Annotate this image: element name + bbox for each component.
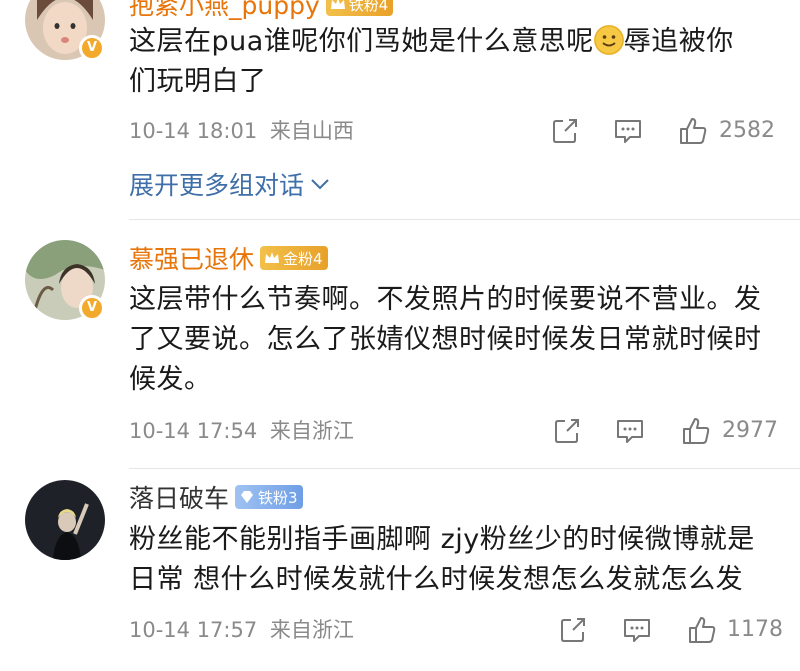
timestamp: 10-14 17:54 <box>129 419 258 443</box>
like-count: 2977 <box>722 418 778 443</box>
timestamp-location: 10-14 17:54 来自浙江 <box>129 416 354 446</box>
fan-badge: 铁粉3 <box>235 485 303 509</box>
crown-icon <box>265 252 280 263</box>
expand-more-conversations[interactable]: 展开更多组对话 <box>129 166 332 202</box>
chevron-down-icon <box>311 179 329 190</box>
comment-1: V 抱紧小燕_puppy 铁粉4 这层在pua谁呢你们骂她是什么意思呢 辱追被你 … <box>0 0 800 230</box>
like-count: 1178 <box>727 617 783 642</box>
verified-badge-icon: V <box>79 295 105 321</box>
divider <box>129 468 800 469</box>
share-icon[interactable] <box>552 416 582 446</box>
comment-icon[interactable] <box>622 615 652 645</box>
comment-text: 这层带什么节奏啊。不发照片的时候要说不营业。发了又要说。怎么了张婧仪想时候时候发… <box>129 284 762 395</box>
divider <box>129 219 800 220</box>
fan-badge: 金粉4 <box>260 246 328 270</box>
comment-text-part1: 这层在pua谁呢你们骂她是什么意思呢 <box>129 26 594 57</box>
meta-row: 10-14 18:01 来自山西 2582 <box>129 116 776 146</box>
crown-icon <box>330 0 345 9</box>
meta-row: 10-14 17:57 来自浙江 1178 <box>129 615 783 645</box>
comment-icon[interactable] <box>613 116 643 146</box>
like-icon[interactable] <box>681 416 711 446</box>
username-row: 抱紧小燕_puppy 铁粉4 <box>129 0 394 22</box>
location: 来自浙江 <box>269 419 354 443</box>
username[interactable]: 慕强已退休 <box>129 240 254 276</box>
like-icon[interactable] <box>687 615 717 645</box>
username[interactable]: 抱紧小燕_puppy <box>129 0 320 22</box>
comment-text: 这层在pua谁呢你们骂她是什么意思呢 辱追被你 们玩明白了 <box>129 22 779 102</box>
expand-label: 展开更多组对话 <box>129 171 305 200</box>
share-icon[interactable] <box>550 116 580 146</box>
username-row: 慕强已退休 金粉4 <box>129 240 328 276</box>
timestamp: 10-14 18:01 <box>129 119 258 143</box>
location: 来自山西 <box>269 119 354 143</box>
comment-3: 落日破车 铁粉3 粉丝能不能别指手画脚啊 zjy粉丝少的时候微博就是日常 想什么… <box>0 478 800 671</box>
username[interactable]: 落日破车 <box>129 479 229 515</box>
avatar[interactable] <box>25 480 105 560</box>
fan-badge-label: 铁粉3 <box>258 488 298 507</box>
timestamp-location: 10-14 17:57 来自浙江 <box>129 615 354 645</box>
like-icon[interactable] <box>678 116 708 146</box>
username-row: 落日破车 铁粉3 <box>129 479 303 515</box>
comment-text: 粉丝能不能别指手画脚啊 zjy粉丝少的时候微博就是日常 想什么时候发就什么时候发… <box>129 524 755 595</box>
like-count: 2582 <box>719 118 775 143</box>
fan-badge-label: 金粉4 <box>283 249 323 268</box>
timestamp-location: 10-14 18:01 来自山西 <box>129 116 354 146</box>
verified-badge-icon: V <box>79 35 105 61</box>
comment-icon[interactable] <box>615 416 645 446</box>
diamond-icon <box>241 491 254 503</box>
share-icon[interactable] <box>558 615 588 645</box>
meta-row: 10-14 17:54 来自浙江 2977 <box>129 416 778 446</box>
fan-badge-label: 铁粉4 <box>348 0 389 14</box>
timestamp: 10-14 17:57 <box>129 618 258 642</box>
comment-text-part3: 们玩明白了 <box>129 66 267 97</box>
fan-badge: 铁粉4 <box>325 0 394 16</box>
comment-2: V 慕强已退休 金粉4 这层带什么节奏啊。不发照片的时候要说不营业。发了又要说。… <box>0 238 800 458</box>
avatar-image <box>25 480 105 560</box>
smile-emoji <box>593 25 624 55</box>
location: 来自浙江 <box>269 618 354 642</box>
comment-text-part2: 辱追被你 <box>623 26 734 57</box>
